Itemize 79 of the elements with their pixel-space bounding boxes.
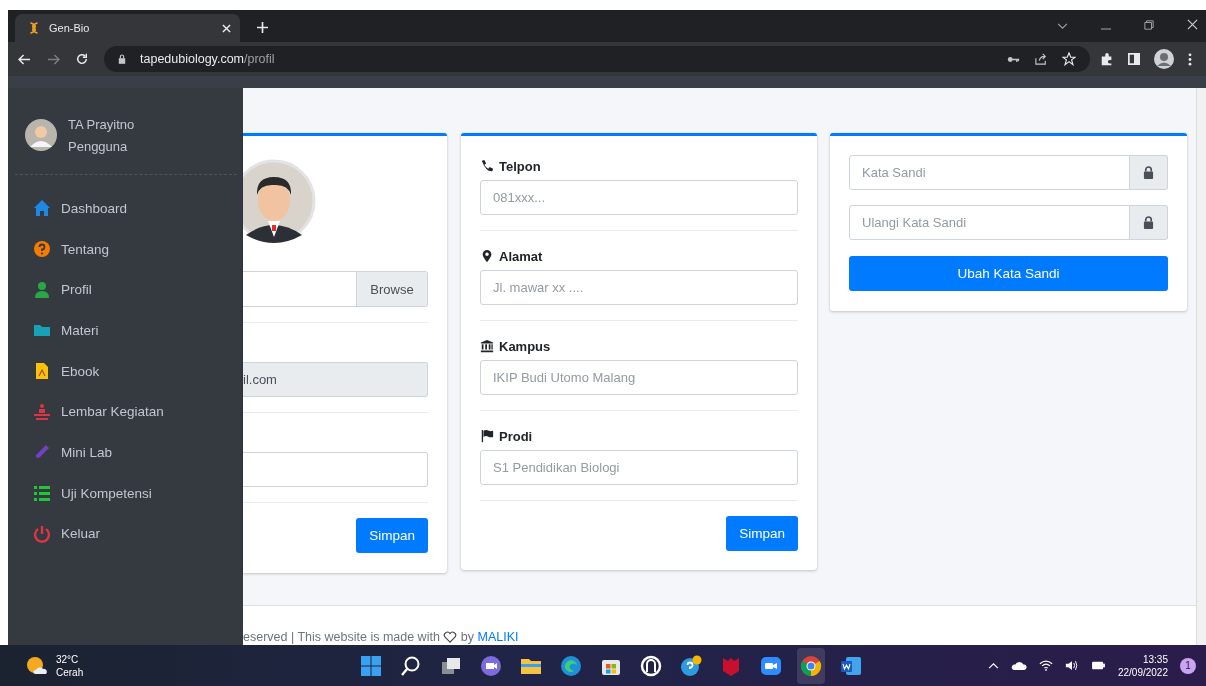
windows-icon: [359, 654, 382, 677]
email-field[interactable]: il.com: [243, 362, 428, 397]
input-field[interactable]: Jl. mawar xx ....: [480, 270, 798, 305]
lock-icon: [1143, 216, 1154, 229]
weather-text: Cerah: [56, 665, 84, 679]
key-icon[interactable]: [1007, 55, 1020, 63]
chevron-down-icon[interactable]: [1057, 23, 1068, 30]
search-icon: [399, 654, 422, 677]
sidebar-item[interactable]: Dashboard: [8, 188, 243, 229]
flag-icon: [480, 429, 494, 443]
pin-icon: [480, 249, 494, 263]
author-link[interactable]: MALIKI: [477, 630, 519, 644]
ring-icon: [639, 654, 662, 677]
scrollbar[interactable]: [1196, 88, 1206, 645]
puzzle-icon[interactable]: [1100, 52, 1114, 66]
user-role: Pengguna: [68, 138, 129, 154]
reload-icon[interactable]: [76, 53, 88, 65]
chrome-taskbar-button[interactable]: [796, 647, 825, 684]
avatar-icon[interactable]: [1154, 49, 1174, 69]
share-icon[interactable]: [1034, 53, 1048, 65]
close-icon[interactable]: [1187, 19, 1198, 30]
sidebar-item[interactable]: Profil: [8, 269, 243, 311]
sidebar-item[interactable]: Uji Kompetensi: [8, 472, 243, 514]
field-label: Alamat: [499, 248, 543, 264]
chat-icon: [479, 654, 502, 677]
help-icon: [679, 654, 702, 677]
star-icon[interactable]: [1062, 52, 1076, 66]
heart-icon: [443, 631, 458, 643]
field-label: Telpon: [499, 158, 541, 174]
notification-badge[interactable]: 1: [1180, 657, 1196, 674]
browser-tab[interactable]: Gen-Bio: [15, 14, 240, 42]
bank-icon: [480, 339, 494, 353]
restore-icon[interactable]: [1144, 20, 1154, 30]
logo-icon: [27, 21, 41, 35]
lock-icon: [118, 54, 126, 64]
speaker-icon[interactable]: [1064, 660, 1079, 671]
change-password-button[interactable]: Ubah Kata Sandi: [849, 256, 1168, 291]
wifi-icon[interactable]: [1038, 660, 1053, 671]
save-button[interactable]: Simpan: [726, 516, 798, 551]
temperature-text: 32°C: [56, 652, 80, 666]
forward-arrow-icon[interactable]: [47, 53, 60, 65]
browse-button[interactable]: Browse: [356, 272, 427, 306]
input-field[interactable]: 081xxx...: [480, 180, 798, 215]
back-arrow-icon[interactable]: [18, 53, 31, 65]
tab-title: Gen-Bio: [49, 22, 91, 34]
chrome-icon: [799, 654, 822, 677]
battery-icon[interactable]: [1090, 660, 1106, 671]
menu-icon[interactable]: [1188, 52, 1192, 66]
avatar-icon: [25, 119, 57, 151]
password-field[interactable]: Kata Sandi: [849, 155, 1130, 190]
password-field[interactable]: Ulangi Kata Sandi: [849, 205, 1130, 240]
input-field[interactable]: [243, 452, 428, 487]
clock-time[interactable]: 13:35: [1142, 652, 1168, 666]
sun-cloud-icon[interactable]: [26, 655, 48, 676]
sidebar-item[interactable]: Lembar Kegiatan: [8, 391, 243, 433]
user-name: TA Prayitno: [68, 116, 135, 132]
phone-icon: [480, 159, 494, 173]
url-text: tapedubiology.com/profil: [140, 52, 275, 66]
sidebar-item[interactable]: Mini Lab: [8, 432, 243, 473]
sidebar-item[interactable]: Ebook: [8, 350, 243, 392]
address-bar[interactable]: tapedubiology.com/profil: [104, 46, 1090, 72]
word-icon: [839, 654, 862, 677]
sidebar-item[interactable]: Keluar: [8, 513, 243, 555]
sidebar-item[interactable]: Materi: [8, 310, 243, 351]
footer-text: eserved | This website is made with by MALIKI: [243, 630, 519, 644]
plus-icon[interactable]: [257, 22, 268, 33]
field-label: Prodi: [499, 428, 533, 444]
clock-date[interactable]: 22/09/2022: [1117, 665, 1168, 679]
lock-icon: [1143, 166, 1154, 179]
sidebar-icon[interactable]: [1128, 53, 1140, 65]
input-field[interactable]: IKIP Budi Utomo Malang: [480, 360, 798, 395]
sidebar-item[interactable]: Tentang: [8, 228, 243, 270]
cloud-icon[interactable]: [1010, 660, 1027, 671]
video-icon: [759, 654, 782, 677]
input-field[interactable]: S1 Pendidikan Biologi: [480, 450, 798, 485]
chevron-up-icon[interactable]: [987, 662, 999, 669]
edge-icon: [559, 654, 582, 677]
save-button[interactable]: Simpan: [356, 518, 428, 553]
field-label: Kampus: [499, 338, 551, 354]
